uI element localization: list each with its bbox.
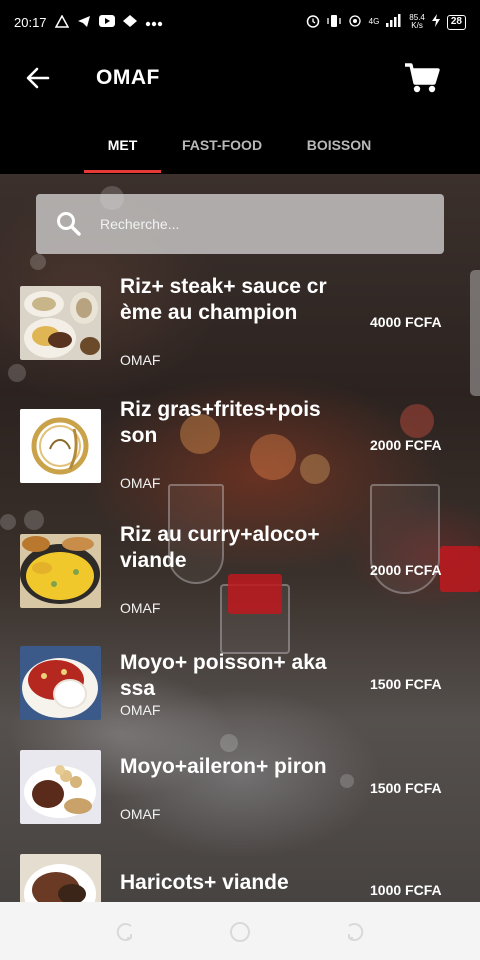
status-time: 20:17 [14, 14, 47, 30]
item-name: Moyo+aileron+ piron [120, 755, 327, 778]
list-item-riz-curry[interactable]: Riz au curry+aloco+viande OMAF 2000 FCFA [0, 523, 470, 624]
recents-nav-icon[interactable] [344, 920, 368, 944]
telegram-icon [77, 15, 91, 30]
signal-4g-label: 4G [368, 17, 380, 26]
search-icon [56, 211, 82, 237]
item-thumbnail [20, 286, 101, 360]
back-nav-icon[interactable] [112, 920, 136, 944]
status-bar: 20:17 4G 85.4 K/s 28 [0, 0, 480, 44]
tab-boisson[interactable]: BOISSON [296, 116, 382, 174]
search-bar [36, 194, 444, 254]
vibrate-icon [326, 14, 341, 31]
category-tabs: MET FAST-FOOD BOISSON [0, 116, 480, 174]
item-vendor: OMAF [120, 352, 161, 368]
system-nav-bar [0, 902, 480, 960]
back-button[interactable] [22, 64, 54, 96]
list-item-riz-steak[interactable]: Riz+ steak+ sauce crème au champion OMAF… [0, 274, 470, 384]
item-name: Moyo+ poisson+ akassa [120, 651, 327, 700]
item-thumbnail [20, 750, 101, 824]
menu-content: Riz+ steak+ sauce crème au champion OMAF… [0, 174, 480, 902]
charging-icon [431, 14, 440, 30]
item-vendor: OMAF [120, 702, 161, 718]
alarm-icon [306, 14, 320, 31]
signal-bars-icon [386, 14, 402, 30]
active-tab-indicator [84, 170, 161, 173]
page-title: OMAF [96, 66, 160, 89]
item-price: 1500 FCFA [370, 676, 442, 692]
cloud-icon [122, 15, 137, 29]
list-item-riz-gras[interactable]: Riz gras+frites+poisson OMAF 2000 FCFA [0, 398, 470, 499]
item-vendor: OMAF [120, 600, 161, 616]
list-item-moyo-aileron[interactable]: Moyo+aileron+ piron OMAF 1500 FCFA [0, 750, 470, 830]
more-dots-icon [145, 16, 163, 29]
scrollbar-thumb[interactable] [470, 270, 480, 396]
item-price: 1500 FCFA [370, 780, 442, 796]
net-speed: 85.4 K/s [409, 14, 425, 30]
list-item-moyo-poisson[interactable]: Moyo+ poisson+ akassa OMAF 1500 FCFA [0, 646, 470, 726]
item-name: Riz gras+frites+poisson [120, 398, 321, 447]
arrow-left-icon [26, 67, 50, 94]
item-thumbnail [20, 854, 101, 902]
item-price: 4000 FCFA [370, 314, 442, 330]
tab-met[interactable]: MET [84, 116, 161, 174]
battery-level: 28 [446, 14, 466, 30]
item-price: 1000 FCFA [370, 882, 442, 898]
home-nav-icon[interactable] [228, 920, 252, 944]
app-bar: OMAF [0, 44, 480, 116]
item-name: Riz au curry+aloco+viande [120, 523, 320, 572]
item-thumbnail [20, 646, 101, 720]
item-vendor: OMAF [120, 475, 161, 491]
warning-icon [54, 13, 69, 30]
item-name: Haricots+ viande [120, 871, 289, 894]
shopping-cart-icon [404, 62, 440, 99]
item-price: 2000 FCFA [370, 437, 442, 453]
search-input[interactable] [100, 204, 430, 244]
list-item-haricots[interactable]: Haricots+ viande 1000 FCFA [0, 854, 470, 902]
item-vendor: OMAF [120, 806, 161, 822]
item-thumbnail [20, 409, 101, 483]
item-name: Riz+ steak+ sauce crème au champion [120, 275, 327, 324]
hotspot-icon [348, 14, 362, 31]
item-price: 2000 FCFA [370, 562, 442, 578]
cart-button[interactable] [402, 60, 442, 100]
net-speed-unit: K/s [411, 21, 423, 30]
youtube-icon [98, 15, 115, 29]
tab-fast-food[interactable]: FAST-FOOD [170, 116, 274, 174]
item-thumbnail [20, 534, 101, 608]
